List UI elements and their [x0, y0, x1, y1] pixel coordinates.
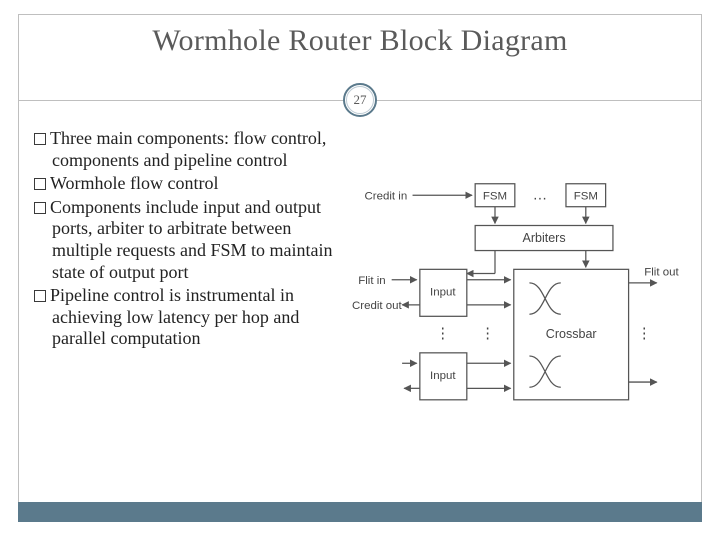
input-label: Input — [430, 370, 456, 382]
content-area: Three main components: flow control, com… — [34, 128, 686, 490]
fsm-label: FSM — [574, 190, 598, 202]
bullet-text: Wormhole flow control — [50, 173, 219, 193]
bullet-item: Three main components: flow control, com… — [34, 128, 344, 171]
bullet-item: Components include input and output port… — [34, 197, 344, 283]
bullet-item: Pipeline control is instrumental in achi… — [34, 285, 344, 350]
bullet-item: Wormhole flow control — [34, 173, 344, 195]
page-number: 27 — [354, 92, 367, 108]
flit-out-label: Flit out — [644, 267, 679, 279]
bullet-text: Three main components: flow control, com… — [50, 128, 326, 170]
svg-text:⋮: ⋮ — [637, 326, 652, 342]
footer-bar — [18, 502, 702, 522]
diagram-svg: FSM … FSM Credit in Arbiters — [352, 128, 686, 490]
page-number-badge: 27 — [343, 83, 377, 117]
slide: Wormhole Router Block Diagram 27 Three m… — [0, 0, 720, 540]
square-bullet-icon — [34, 178, 46, 190]
bullet-list: Three main components: flow control, com… — [34, 128, 344, 490]
svg-text:⋮: ⋮ — [480, 326, 495, 342]
block-diagram: FSM … FSM Credit in Arbiters — [352, 128, 686, 490]
fsm-label: FSM — [483, 190, 507, 202]
svg-text:⋮: ⋮ — [436, 326, 451, 342]
slide-title: Wormhole Router Block Diagram — [18, 24, 702, 58]
ellipsis: … — [533, 187, 548, 203]
credit-in-label: Credit in — [365, 190, 408, 202]
bullet-text: Components include input and output port… — [50, 197, 332, 282]
square-bullet-icon — [34, 202, 46, 214]
square-bullet-icon — [34, 290, 46, 302]
crossbar-label: Crossbar — [546, 327, 597, 341]
flit-in-label: Flit in — [358, 275, 385, 287]
bullet-text: Pipeline control is instrumental in achi… — [50, 285, 299, 348]
input-label: Input — [430, 286, 456, 298]
credit-out-label: Credit out — [352, 300, 403, 312]
square-bullet-icon — [34, 133, 46, 145]
arbiters-label: Arbiters — [522, 231, 565, 245]
